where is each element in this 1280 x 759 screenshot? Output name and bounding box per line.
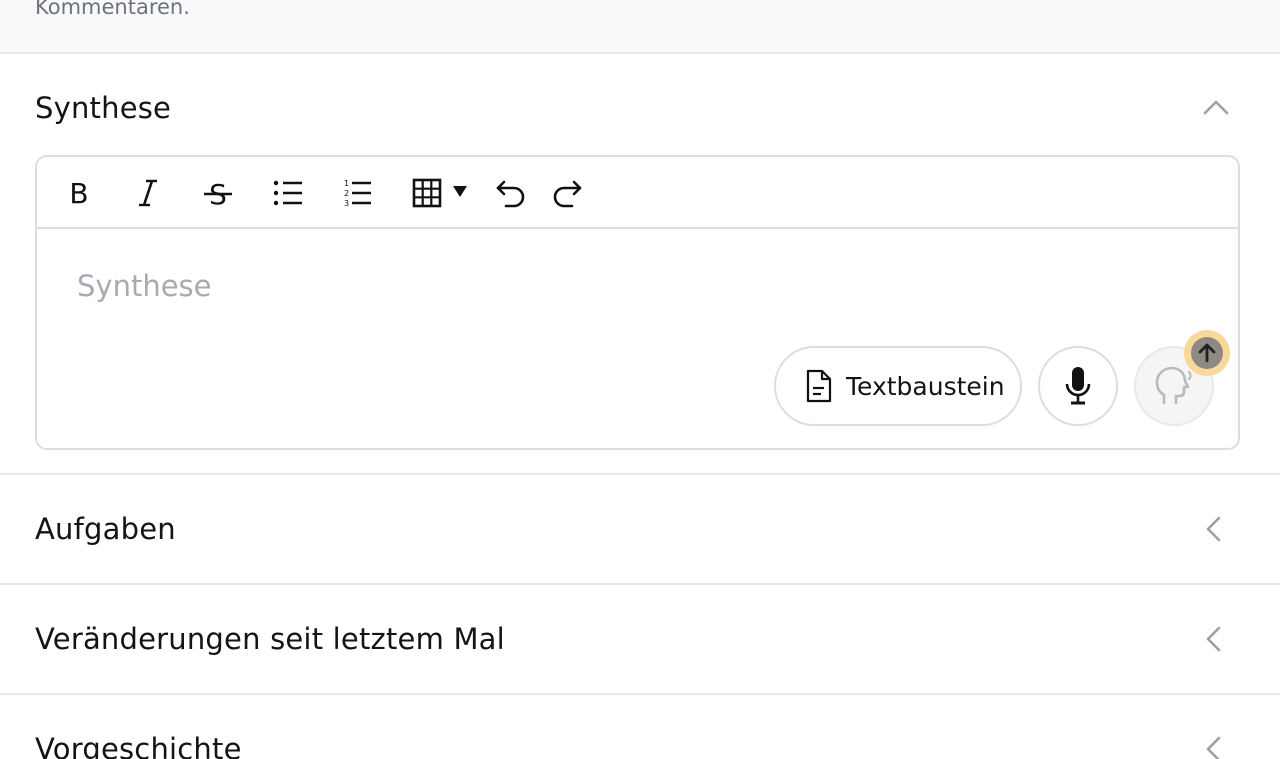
section-title-aufgaben: Aufgaben [35, 512, 176, 546]
undo-button[interactable] [489, 171, 533, 215]
numbered-list-icon: 1 2 3 [344, 179, 371, 208]
undo-icon [496, 180, 525, 208]
previous-section-text: Kommentaren. [35, 0, 190, 19]
numbered-list-button[interactable]: 1 2 3 [335, 171, 379, 215]
strikethrough-button[interactable]: S [196, 171, 240, 215]
upload-badge[interactable] [1184, 330, 1230, 376]
textbaustein-button[interactable]: Textbaustein [774, 346, 1022, 426]
bullet-list-button[interactable] [266, 171, 310, 215]
document-icon [806, 369, 832, 403]
section-title-veraenderungen: Veränderungen seit letztem Mal [35, 622, 505, 656]
editor-toolbar: B S 1 2 3 [37, 157, 1238, 229]
redo-icon [553, 180, 582, 208]
chevron-up-icon[interactable] [1200, 92, 1232, 124]
section-veraenderungen[interactable]: Veränderungen seit letztem Mal [0, 585, 1280, 695]
textbaustein-label: Textbaustein [846, 371, 1005, 401]
svg-text:B: B [69, 178, 88, 208]
section-title-vorgeschichte: Vorgeschichte [35, 732, 242, 759]
microphone-icon [1065, 367, 1091, 405]
chevron-left-icon[interactable] [1198, 733, 1230, 759]
italic-icon [139, 179, 157, 207]
section-aufgaben[interactable]: Aufgaben [0, 475, 1280, 585]
svg-text:2: 2 [344, 189, 349, 198]
strikethrough-icon: S [204, 178, 232, 209]
synthese-title: Synthese [35, 91, 172, 125]
svg-text:1: 1 [344, 179, 349, 188]
dictation-button[interactable] [1038, 346, 1118, 426]
synthese-editor: B S 1 2 3 Synthese Textbaustein [35, 155, 1240, 450]
section-vorgeschichte[interactable]: Vorgeschichte [0, 695, 1280, 759]
bullet-list-icon [273, 180, 302, 206]
chevron-left-icon[interactable] [1198, 623, 1230, 655]
editor-text-area[interactable]: Synthese [77, 269, 212, 303]
italic-button[interactable] [126, 171, 170, 215]
chevron-left-icon[interactable] [1198, 513, 1230, 545]
speaking-head-icon [1155, 366, 1192, 405]
bold-button[interactable]: B [57, 171, 101, 215]
arrow-up-icon [1198, 343, 1216, 363]
table-button[interactable] [407, 171, 477, 215]
bold-icon: B [69, 178, 88, 208]
redo-button[interactable] [545, 171, 589, 215]
upload-arrow-circle [1191, 337, 1223, 369]
table-icon [412, 178, 467, 208]
svg-text:3: 3 [344, 199, 349, 208]
previous-section-footer: Kommentaren. [0, 0, 1280, 54]
